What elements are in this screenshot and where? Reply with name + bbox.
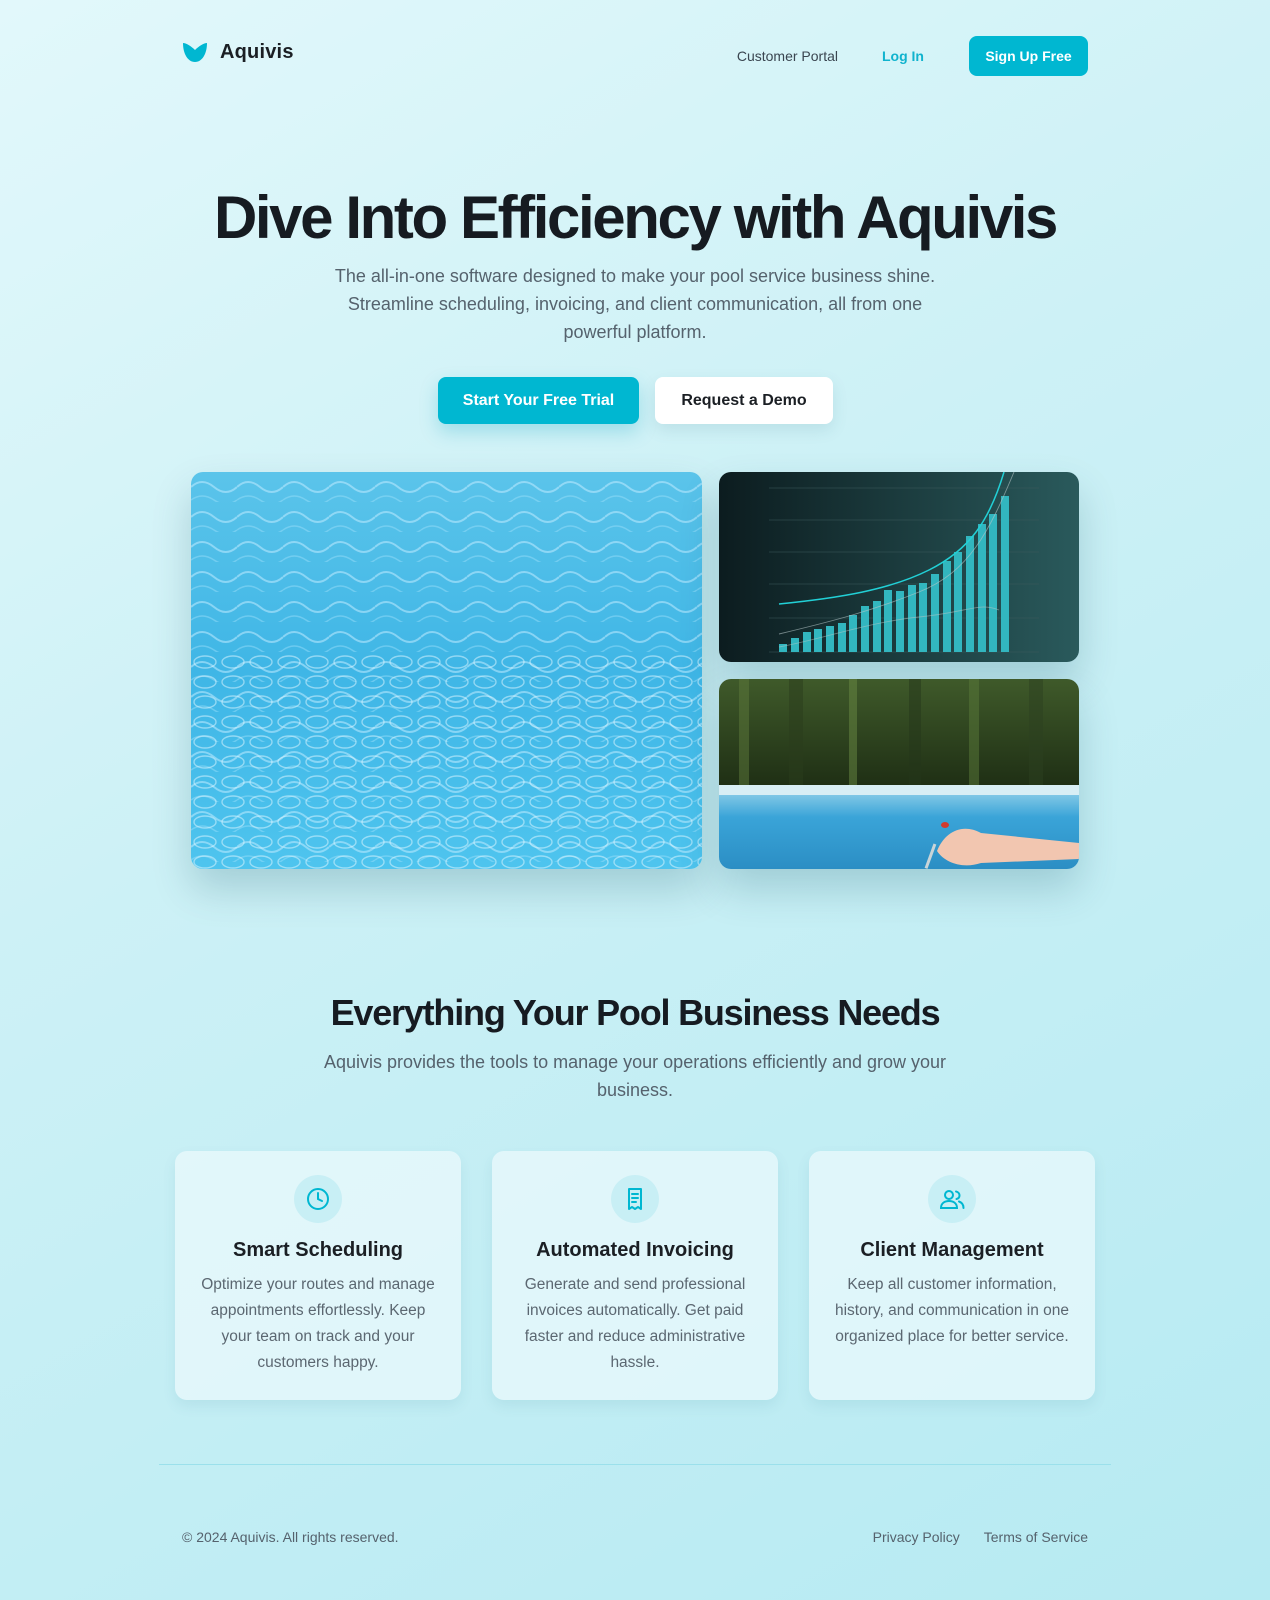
brand-logo-link[interactable]: Aquivis (182, 40, 294, 64)
pool-water-image (191, 472, 702, 869)
copyright-text: © 2024 Aquivis. All rights reserved. (182, 1529, 399, 1545)
feature-card-invoicing: Automated Invoicing Generate and send pr… (492, 1151, 778, 1400)
feature-title: Automated Invoicing (536, 1239, 734, 1261)
feature-text: Generate and send professional invoices … (524, 1276, 746, 1371)
privacy-policy-link[interactable]: Privacy Policy (873, 1529, 960, 1545)
features-title: Everything Your Pool Business Needs (330, 992, 941, 1033)
feature-text: Optimize your routes and manage appointm… (201, 1276, 435, 1371)
features-subtitle: Aquivis provides the tools to manage you… (323, 1052, 947, 1100)
sign-up-button[interactable]: Sign Up Free (969, 36, 1088, 76)
footer-links: Privacy Policy Terms of Service (873, 1529, 1088, 1545)
feature-title: Client Management (860, 1239, 1044, 1261)
pool-testing-image (719, 679, 1079, 869)
request-demo-button[interactable]: Request a Demo (655, 377, 833, 424)
clock-icon (294, 1175, 342, 1223)
droplet-logo-icon (183, 43, 207, 62)
main-nav: Customer Portal Log In Sign Up Free (737, 36, 1088, 76)
feature-card-scheduling: Smart Scheduling Optimize your routes an… (175, 1151, 461, 1400)
feature-title: Smart Scheduling (232, 1239, 404, 1261)
footer-divider (159, 1464, 1111, 1465)
users-icon (928, 1175, 976, 1223)
feature-card-clients: Client Management Keep all customer info… (809, 1151, 1095, 1400)
receipt-icon (611, 1175, 659, 1223)
brand-name: Aquivis (220, 40, 294, 63)
customer-portal-link[interactable]: Customer Portal (737, 48, 838, 64)
login-link[interactable]: Log In (882, 48, 924, 64)
hero-subtitle: The all-in-one software designed to make… (334, 266, 936, 342)
terms-of-service-link[interactable]: Terms of Service (984, 1529, 1088, 1545)
site-header: Aquivis Customer Portal Log In Sign Up F… (182, 36, 1088, 76)
start-free-trial-button[interactable]: Start Your Free Trial (438, 377, 639, 424)
growth-chart-image (719, 472, 1079, 662)
feature-text: Keep all customer information, history, … (834, 1276, 1070, 1345)
hero-title: Dive Into Efficiency with Aquivis (213, 184, 1058, 251)
